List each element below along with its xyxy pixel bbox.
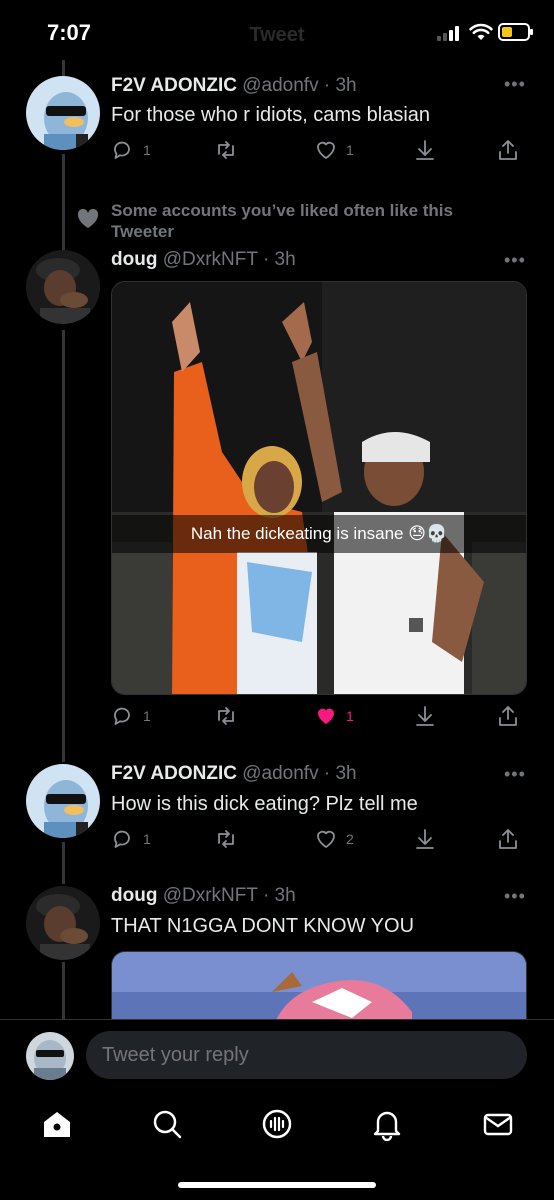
media-caption: Nah the dickeating is insane 😓💀	[112, 515, 526, 553]
retweet-icon	[218, 707, 234, 725]
tab-spaces[interactable]	[260, 1107, 294, 1141]
more-options-icon[interactable]: •••	[504, 886, 526, 907]
cellular-signal-icon	[437, 25, 463, 41]
like-button[interactable]: 2	[314, 827, 354, 851]
like-count: 1	[346, 142, 354, 158]
retweet-button[interactable]	[214, 138, 246, 162]
display-name[interactable]: doug	[111, 249, 157, 270]
more-options-icon[interactable]: •••	[504, 250, 526, 271]
heart-icon	[317, 141, 335, 159]
tweet-header: doug @DxrkNFT · 3h	[111, 885, 296, 907]
display-name[interactable]: F2V ADONZIC	[111, 763, 237, 784]
reply-icon	[114, 141, 130, 159]
tweet-time: · 3h	[262, 249, 296, 270]
thread-line	[62, 330, 65, 762]
retweet-button[interactable]	[214, 827, 246, 851]
more-options-icon[interactable]: •••	[504, 764, 526, 785]
tweet-header: doug @DxrkNFT · 3h	[111, 249, 296, 271]
avatar[interactable]	[26, 1032, 74, 1080]
heart-filled-icon	[318, 708, 334, 724]
tab-search[interactable]	[150, 1107, 184, 1141]
share-button[interactable]	[496, 827, 520, 851]
search-icon	[153, 1110, 182, 1139]
user-handle[interactable]: @DxrkNFT	[163, 885, 258, 906]
reply-icon	[114, 707, 130, 725]
download-icon	[416, 706, 434, 726]
reply-bar	[0, 1019, 554, 1091]
retweet-icon	[218, 141, 234, 159]
tweet-actions: 1 1	[0, 138, 554, 166]
thread-line	[62, 154, 65, 254]
retweet-button[interactable]	[214, 704, 246, 728]
tweet-actions: 1 1	[0, 704, 554, 732]
save-button[interactable]	[413, 827, 437, 851]
more-options-icon[interactable]: •••	[504, 74, 526, 95]
like-count: 1	[346, 708, 354, 724]
reply-count: 1	[143, 142, 151, 158]
like-button[interactable]: 1	[314, 704, 354, 728]
display-name[interactable]: doug	[111, 885, 157, 906]
reply-icon	[114, 830, 130, 848]
reply-button[interactable]: 1	[111, 138, 151, 162]
tweet-header: F2V ADONZIC @adonfv · 3h	[111, 763, 357, 785]
user-handle[interactable]: @adonfv	[242, 75, 318, 96]
thread-line	[62, 60, 65, 76]
tweet-text: How is this dick eating? Plz tell me	[111, 793, 418, 815]
tweet-time: · 3h	[323, 763, 357, 784]
tab-messages[interactable]	[481, 1107, 515, 1141]
mail-icon	[483, 1113, 513, 1136]
tweet-image	[112, 282, 526, 694]
tweet-time: · 3h	[323, 75, 357, 96]
tweet-header: F2V ADONZIC @adonfv · 3h	[111, 75, 357, 97]
like-count: 2	[346, 831, 354, 847]
heart-icon	[77, 208, 99, 228]
tab-notifications[interactable]	[370, 1107, 404, 1142]
social-context: Some accounts you’ve liked often like th…	[111, 201, 453, 241]
wifi-icon	[469, 23, 493, 40]
share-button[interactable]	[496, 138, 520, 162]
download-icon	[416, 829, 434, 849]
save-button[interactable]	[413, 138, 437, 162]
tweet-time: · 3h	[262, 885, 296, 906]
save-button[interactable]	[413, 704, 437, 728]
user-handle[interactable]: @adonfv	[242, 763, 318, 784]
home-indicator[interactable]	[178, 1182, 376, 1188]
retweet-icon	[218, 830, 234, 848]
like-button[interactable]: 1	[314, 138, 354, 162]
share-icon	[499, 829, 517, 849]
share-icon	[499, 140, 517, 160]
download-icon	[416, 140, 434, 160]
share-button[interactable]	[496, 704, 520, 728]
reply-count: 1	[143, 708, 151, 724]
reply-input[interactable]	[86, 1031, 527, 1079]
reply-count: 1	[143, 831, 151, 847]
thread-line	[62, 962, 65, 1022]
user-handle[interactable]: @DxrkNFT	[163, 249, 258, 270]
tweet-text: THAT N1GGA DONT KNOW YOU	[111, 915, 415, 937]
heart-icon	[317, 830, 335, 848]
battery-icon	[498, 23, 533, 41]
home-icon	[44, 1112, 70, 1137]
reply-button[interactable]: 1	[111, 827, 151, 851]
tab-home[interactable]	[40, 1107, 74, 1141]
share-icon	[499, 706, 517, 726]
bell-icon	[373, 1111, 401, 1142]
reply-button[interactable]: 1	[111, 704, 151, 728]
tweet-actions: 1 2	[0, 827, 554, 855]
status-bar: 7:07 Tweet	[0, 0, 554, 66]
avatar[interactable]	[26, 886, 100, 960]
spaces-icon	[262, 1109, 292, 1139]
tweet-text: For those who r idiots, cams blasian	[111, 104, 431, 126]
tweet-photo[interactable]: Nah the dickeating is insane 😓💀	[111, 281, 527, 695]
display-name[interactable]: F2V ADONZIC	[111, 75, 237, 96]
avatar[interactable]	[26, 250, 100, 324]
